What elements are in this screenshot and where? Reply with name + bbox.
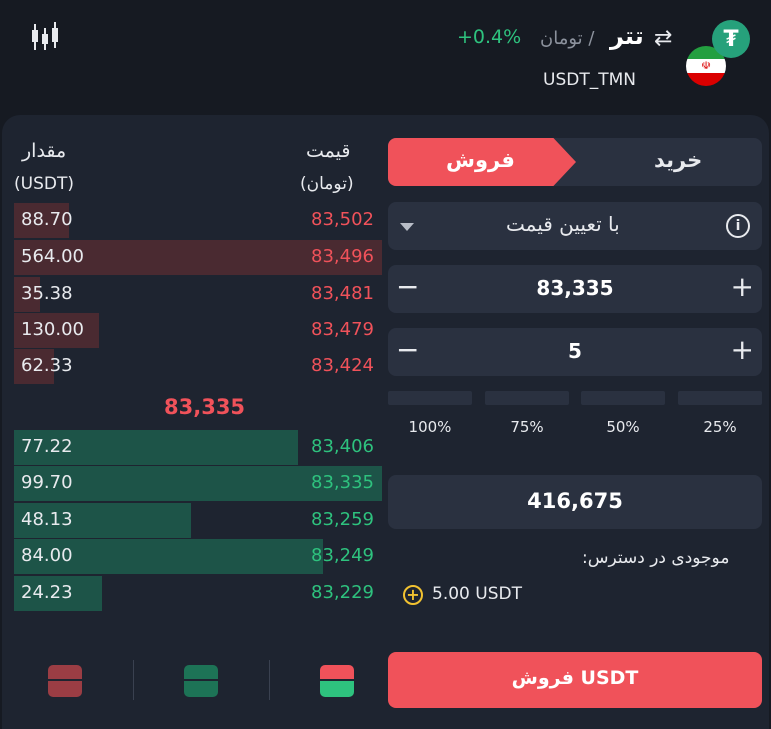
order-type-select[interactable]: با تعیین قیمت i [388,202,762,250]
ask-row[interactable]: 88.70 83,502 [14,203,382,238]
bid-amount: 84.00 [21,545,73,566]
view-buy-only-icon[interactable] [184,665,218,697]
percent-100-label[interactable]: 100% [388,418,472,436]
orderbook-amount-header: مقدار [22,140,67,162]
tab-sell[interactable]: فروش [388,138,576,186]
bid-amount: 77.22 [21,436,73,457]
order-type-label: با تعیین قیمت [506,212,620,236]
percent-50-label[interactable]: 50% [581,418,665,436]
ask-row[interactable]: 564.00 83,496 [14,240,382,275]
ask-row[interactable]: 62.33 83,424 [14,349,382,384]
ask-amount: 88.70 [21,209,73,230]
percent-25-bar[interactable] [678,391,762,405]
divider [133,660,134,700]
sell-submit-button[interactable]: فروش USDT [388,652,762,708]
orderbook-price-header: قیمت [306,140,351,162]
tab-buy-label: خرید [654,148,703,172]
view-both-icon[interactable] [320,665,354,697]
percent-75-bar[interactable] [485,391,569,405]
add-circle-icon[interactable]: + [403,585,423,605]
orderbook-price-unit: (تومان) [300,174,354,194]
percent-25-label[interactable]: 25% [678,418,762,436]
ask-price: 83,481 [311,283,374,304]
bid-amount: 48.13 [21,509,73,530]
bid-amount: 99.70 [21,472,73,493]
info-icon[interactable]: i [726,214,750,238]
amount-input[interactable]: 5 [388,339,762,363]
price-change: +0.4% [457,26,522,48]
bid-row[interactable]: 99.70 83,335 [14,466,382,501]
price-increment-button[interactable]: + [731,271,754,303]
ask-price: 83,479 [311,319,374,340]
price-stepper: − 83,335 + [388,265,762,313]
orderbook-amount-unit: (USDT) [14,174,74,194]
percent-75-label[interactable]: 75% [485,418,569,436]
tab-sell-label: فروش [446,148,515,172]
available-balance-label: موجودی در دسترس: [582,548,730,568]
last-price: 83,335 [164,395,246,419]
ask-row[interactable]: 35.38 83,481 [14,277,382,312]
amount-increment-button[interactable]: + [731,334,754,366]
ask-amount: 564.00 [21,246,84,267]
ask-amount: 130.00 [21,319,84,340]
amount-stepper: − 5 + [388,328,762,376]
bid-price: 83,229 [311,582,374,603]
ask-price: 83,496 [311,246,374,267]
view-sell-only-icon[interactable] [48,665,82,697]
price-input[interactable]: 83,335 [388,276,762,300]
ask-amount: 35.38 [21,283,73,304]
ask-amount: 62.33 [21,355,73,376]
available-balance-value[interactable]: 5.00 USDT [432,584,522,604]
coin-name[interactable]: تتر [610,22,644,50]
trade-tabs: فروش خرید [388,138,762,186]
bid-price: 83,259 [311,509,374,530]
swap-arrows-icon[interactable]: ⇄ [654,26,672,51]
tether-icon: ₮ [712,20,750,58]
total-value: 416,675 [527,489,623,513]
bid-price: 83,249 [311,545,374,566]
bid-price: 83,335 [311,472,374,493]
market-header: +0.4% / تومان تتر ⇄ ☫ ₮ USDT_TMN [0,0,771,115]
bid-row[interactable]: 84.00 83,249 [14,539,382,574]
bid-row[interactable]: 77.22 83,406 [14,430,382,465]
submit-label: فروش USDT [511,667,639,689]
bid-price: 83,406 [311,436,374,457]
percent-50-bar[interactable] [581,391,665,405]
bid-row[interactable]: 48.13 83,259 [14,503,382,538]
ask-price: 83,424 [311,355,374,376]
tab-buy[interactable]: خرید [576,138,762,186]
candlestick-chart-icon[interactable] [28,20,62,54]
ask-price: 83,502 [311,209,374,230]
quote-currency-label: / تومان [540,28,595,49]
pair-code: USDT_TMN [543,70,636,90]
ask-row[interactable]: 130.00 83,479 [14,313,382,348]
caret-down-icon [400,223,414,231]
percent-100-bar[interactable] [388,391,472,405]
bid-amount: 24.23 [21,582,73,603]
bid-row[interactable]: 24.23 83,229 [14,576,382,611]
total-field[interactable]: 416,675 [388,475,762,529]
divider [269,660,270,700]
